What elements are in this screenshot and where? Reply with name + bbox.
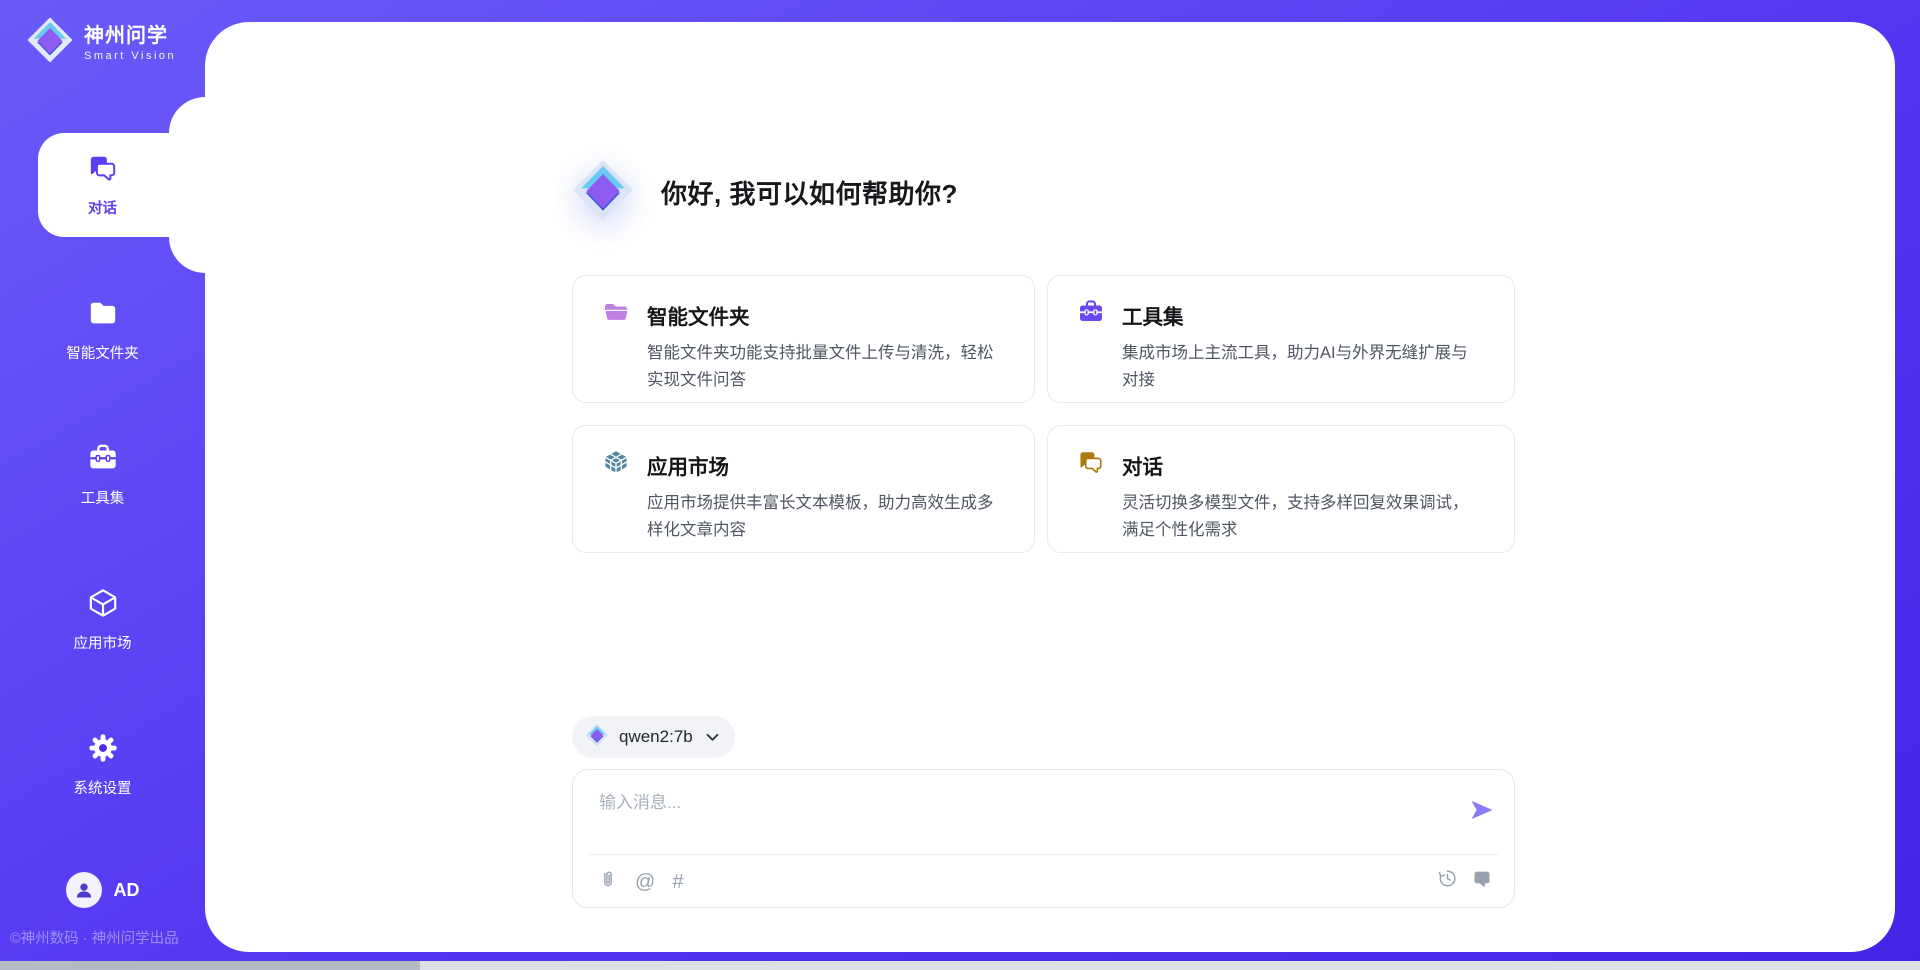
- mention-icon[interactable]: @: [635, 871, 655, 893]
- sidebar-item-toolset[interactable]: 工具集: [0, 423, 205, 527]
- user-initials: AD: [114, 880, 140, 901]
- model-name: qwen2:7b: [619, 727, 693, 747]
- sidebar-item-label: 智能文件夹: [66, 342, 139, 363]
- message-composer: @ #: [572, 769, 1515, 908]
- send-icon[interactable]: [1468, 796, 1496, 824]
- card-app-market[interactable]: 应用市场 应用市场提供丰富长文本模板，助力高效生成多样化文章内容: [572, 425, 1035, 553]
- card-description: 应用市场提供丰富长文本模板，助力高效生成多样化文章内容: [647, 490, 999, 544]
- folder-icon: [88, 298, 118, 333]
- composer-tools-right: [1437, 868, 1492, 894]
- toolbox-icon: [1078, 299, 1104, 330]
- cube-grid-icon: [603, 449, 629, 480]
- feedback-icon[interactable]: [1472, 869, 1492, 894]
- chevron-down-icon: [706, 733, 719, 742]
- card-title: 智能文件夹: [647, 300, 750, 330]
- card-description: 集成市场上主流工具，助力AI与外界无缝扩展与对接: [1122, 340, 1474, 394]
- app-logo: 神州问学 Smart Vision: [26, 16, 176, 69]
- user-profile[interactable]: AD: [0, 872, 205, 908]
- greeting: 你好, 我可以如何帮助你?: [571, 158, 958, 227]
- model-selector[interactable]: qwen2:7b: [572, 716, 735, 758]
- greeting-diamond-icon: [571, 158, 635, 227]
- brand-diamond-icon: [26, 16, 74, 69]
- copyright-text: ©神州数码 · 神州问学出品: [10, 927, 179, 948]
- card-chat[interactable]: 对话 灵活切换多模型文件，支持多样回复效果调试，满足个性化需求: [1047, 425, 1515, 553]
- sidebar-item-label: 对话: [88, 197, 117, 218]
- sidebar-item-smart-folder[interactable]: 智能文件夹: [0, 278, 205, 382]
- card-smart-folder[interactable]: 智能文件夹 智能文件夹功能支持批量文件上传与清洗，轻松实现文件问答: [572, 275, 1035, 403]
- card-description: 灵活切换多模型文件，支持多样回复效果调试，满足个性化需求: [1122, 490, 1474, 544]
- hash-icon[interactable]: #: [672, 871, 683, 893]
- scrollbar-thumb[interactable]: [0, 961, 420, 970]
- history-icon[interactable]: [1437, 868, 1458, 894]
- card-title: 工具集: [1122, 300, 1184, 330]
- horizontal-scrollbar[interactable]: [0, 961, 1920, 970]
- feature-cards: 智能文件夹 智能文件夹功能支持批量文件上传与清洗，轻松实现文件问答 工具集 集成…: [572, 275, 1515, 553]
- composer-divider: [589, 854, 1498, 855]
- sidebar-item-label: 工具集: [81, 487, 125, 508]
- sidebar-item-chat[interactable]: 对话: [0, 133, 205, 237]
- card-title: 对话: [1122, 450, 1163, 480]
- card-title: 应用市场: [647, 450, 729, 480]
- app-tagline: Smart Vision: [84, 50, 176, 62]
- sidebar-item-app-market[interactable]: 应用市场: [0, 568, 205, 672]
- sidebar-item-label: 应用市场: [74, 632, 132, 653]
- main-panel: 你好, 我可以如何帮助你? 智能文件夹 智能文件夹功能支持批量文件上传与清洗，轻…: [205, 22, 1895, 952]
- card-toolset[interactable]: 工具集 集成市场上主流工具，助力AI与外界无缝扩展与对接: [1047, 275, 1515, 403]
- message-input[interactable]: [599, 788, 1379, 818]
- cube-icon: [88, 588, 118, 623]
- folder-open-icon: [603, 299, 629, 330]
- card-description: 智能文件夹功能支持批量文件上传与清洗，轻松实现文件问答: [647, 340, 999, 394]
- chat-bubbles-icon: [1078, 449, 1104, 480]
- gear-icon: [88, 733, 118, 768]
- sidebar: 神州问学 Smart Vision 对话 智能文件夹: [0, 0, 205, 970]
- toolbox-icon: [88, 443, 118, 478]
- sidebar-item-label: 系统设置: [74, 777, 132, 798]
- sidebar-item-settings[interactable]: 系统设置: [0, 713, 205, 817]
- model-diamond-icon: [585, 723, 609, 752]
- person-icon: [74, 880, 94, 900]
- app-name: 神州问学: [84, 24, 176, 48]
- app-root: { "app": { "name": "神州问学", "tagline": "S…: [0, 0, 1920, 970]
- composer-tools-left: @ #: [598, 868, 683, 895]
- chat-icon: [88, 153, 118, 188]
- greeting-title: 你好, 我可以如何帮助你?: [661, 174, 958, 211]
- avatar[interactable]: [66, 872, 102, 908]
- attach-icon[interactable]: [598, 868, 618, 895]
